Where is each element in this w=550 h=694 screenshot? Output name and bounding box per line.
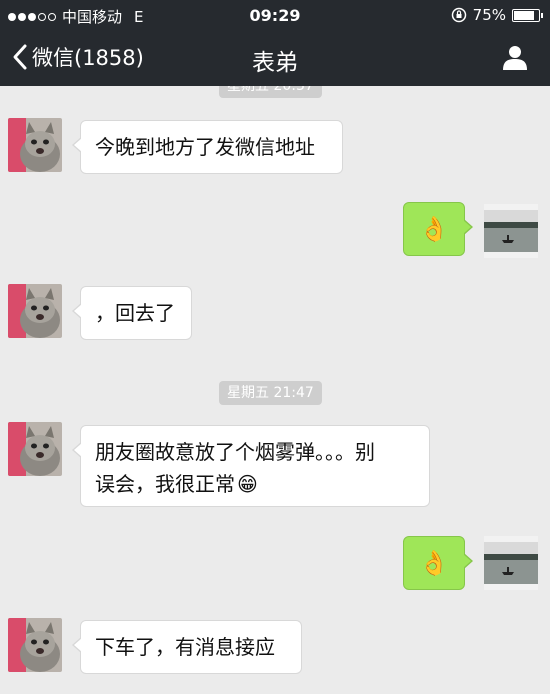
- message-text: 误会，我很正常: [95, 472, 235, 496]
- grin-emoji: 😁: [237, 472, 258, 496]
- chat-title: 表弟: [252, 50, 298, 76]
- battery-icon: [512, 8, 543, 22]
- status-bar: 中国移动 E 09:29 75%: [0, 0, 550, 30]
- ok-hand-emoji: 👌: [419, 549, 449, 577]
- lake-photo-icon: [484, 204, 538, 258]
- message-bubble-outgoing[interactable]: 👌: [403, 536, 473, 590]
- sent-image-thumbnail[interactable]: [484, 204, 538, 258]
- nav-bar: 微信(1858) 表弟: [0, 30, 550, 86]
- chat-area[interactable]: 星期五 20:37 今晚到地方了发微信地址 👌 ，回去了 星期五 21:47 朋…: [0, 86, 550, 694]
- timestamp: 星期五 21:47: [219, 381, 322, 405]
- message-text-line-1: 朋友圈故意放了个烟雾弹。。。别: [95, 440, 375, 464]
- message-bubble-outgoing[interactable]: 👌: [403, 202, 473, 256]
- message-text: ，回去了: [95, 301, 175, 325]
- status-right: 75%: [451, 6, 543, 24]
- battery-percent: 75%: [472, 6, 506, 24]
- battery-fill: [514, 10, 534, 20]
- message-text: 下车了，有消息接应: [95, 635, 275, 659]
- contact-profile-button[interactable]: [502, 44, 528, 74]
- sent-image-thumbnail[interactable]: [484, 536, 538, 590]
- person-icon: [503, 46, 527, 70]
- message-bubble-incoming[interactable]: 今晚到地方了发微信地址: [72, 120, 343, 174]
- message-text: 今晚到地方了发微信地址: [95, 135, 315, 159]
- contact-avatar[interactable]: [8, 284, 62, 338]
- ok-hand-emoji: 👌: [419, 215, 449, 243]
- message-bubble-incoming[interactable]: 下车了，有消息接应: [72, 620, 302, 674]
- message-bubble-incoming[interactable]: 朋友圈故意放了个烟雾弹。。。别 误会，我很正常 😁: [72, 425, 430, 507]
- message-text-line-2: 误会，我很正常 😁: [95, 468, 415, 500]
- timestamp-top: 星期五 20:37: [219, 86, 322, 98]
- message-bubble-incoming[interactable]: ，回去了: [72, 286, 192, 340]
- contact-avatar[interactable]: [8, 118, 62, 172]
- contact-avatar[interactable]: [8, 618, 62, 672]
- rotation-lock-icon: [451, 7, 466, 23]
- contact-avatar[interactable]: [8, 422, 62, 476]
- lake-photo-icon: [484, 536, 538, 590]
